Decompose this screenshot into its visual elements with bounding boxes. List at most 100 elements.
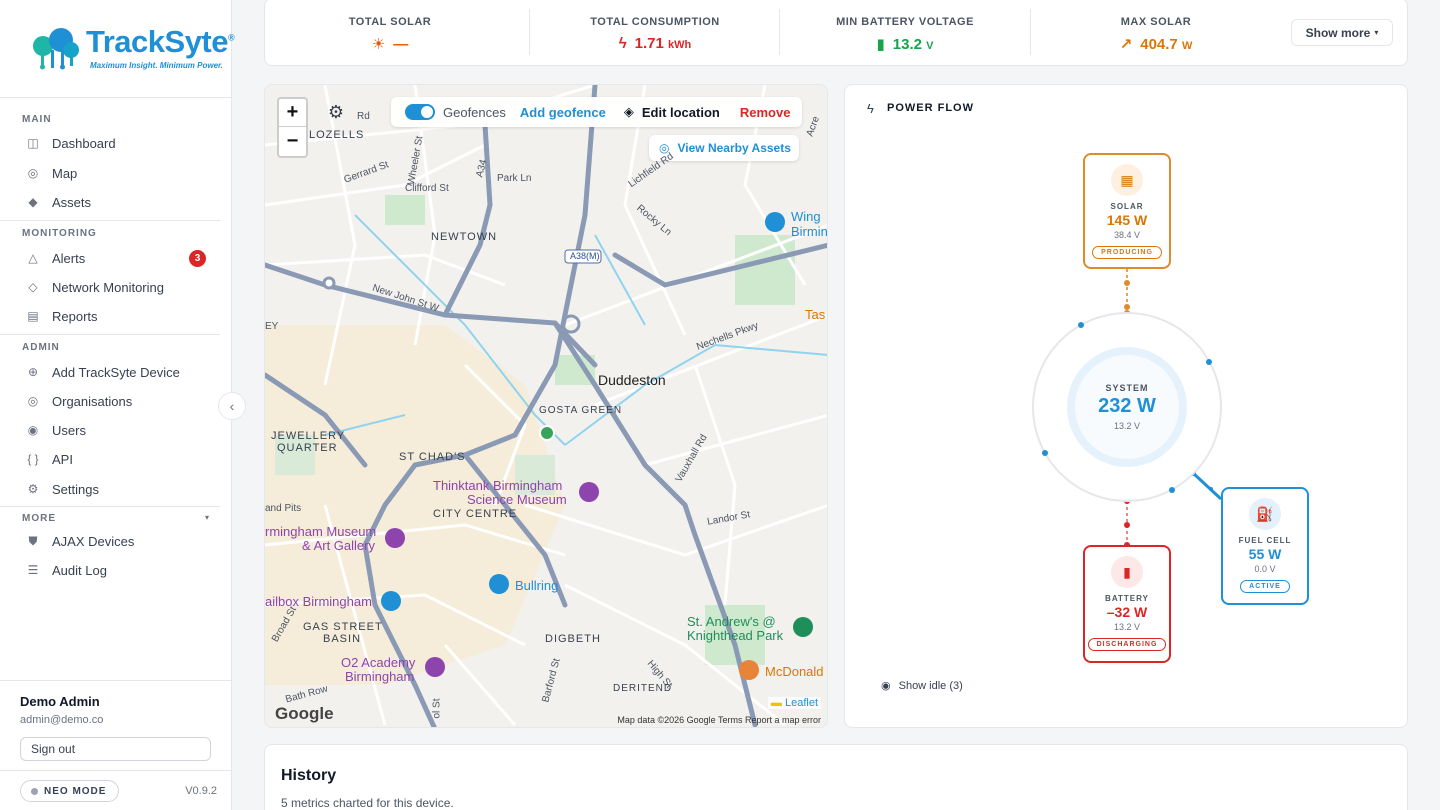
map-label-lozells: LOZELLS bbox=[309, 129, 365, 141]
map-label-ey: EY bbox=[265, 321, 279, 332]
power-flow-panel: ϟ POWER FLOW SYSTEM 232 W 13.2 V ▦ SOLAR… bbox=[844, 84, 1408, 728]
map-label-city-centre: CITY CENTRE bbox=[433, 508, 518, 520]
sidebar-item-reports[interactable]: ▤ Reports bbox=[22, 303, 212, 329]
map-label-ol-st: ol St bbox=[431, 698, 443, 719]
user-email: admin@demo.co bbox=[20, 714, 104, 726]
map-label-st-chads: ST CHAD'S bbox=[399, 451, 466, 463]
sidebar-item-users[interactable]: ◉ Users bbox=[22, 417, 212, 443]
eye-icon: ◉ bbox=[881, 680, 891, 692]
map-label-basin: BASIN bbox=[323, 633, 362, 645]
map-label-mailbox: ailbox Birmingham bbox=[265, 594, 372, 609]
map-label-museum-1: rmingham Museum bbox=[265, 524, 377, 539]
sidebar-item-settings[interactable]: ⚙ Settings bbox=[22, 476, 212, 502]
battery-node[interactable]: ▮ BATTERY –32 W 13.2 V DISCHARGING bbox=[1083, 545, 1171, 663]
sign-out-button[interactable]: Sign out bbox=[20, 737, 211, 761]
map-label-jewellery: JEWELLERY bbox=[271, 430, 346, 442]
alerts-count-badge: 3 bbox=[189, 250, 206, 267]
zoom-out-button[interactable]: − bbox=[279, 127, 306, 155]
map-panel[interactable]: + − ⚙ Geofences Add geofence ◈ Edit locat… bbox=[264, 84, 828, 728]
flag-icon: ▬ bbox=[770, 697, 782, 709]
fuel-cell-status-badge: ACTIVE bbox=[1240, 580, 1290, 593]
show-more-button[interactable]: Show more ▾ bbox=[1291, 19, 1393, 46]
leaflet-link[interactable]: ▬ Leaflet bbox=[767, 697, 821, 709]
sidebar-item-api[interactable]: { } API bbox=[22, 446, 212, 472]
remove-button[interactable]: Remove bbox=[740, 105, 791, 120]
map-label-a38m: A38(M) bbox=[570, 251, 600, 261]
sidebar-item-alerts[interactable]: △ Alerts 3 bbox=[22, 245, 212, 271]
fuel-cell-node[interactable]: ⛽ FUEL CELL 55 W 0.0 V ACTIVE bbox=[1221, 487, 1309, 605]
sidebar-item-dashboard[interactable]: ◫ Dashboard bbox=[22, 130, 212, 156]
map-icon: ◎ bbox=[27, 166, 39, 180]
nav-section-more[interactable]: MORE ▾ bbox=[22, 513, 210, 524]
map-label-wing-1: Wing bbox=[791, 209, 821, 224]
sidebar-item-map[interactable]: ◎ Map bbox=[22, 160, 212, 186]
map-label-quarter: QUARTER bbox=[277, 442, 338, 454]
solar-node[interactable]: ▦ SOLAR 145 W 38.4 V PRODUCING bbox=[1083, 153, 1171, 269]
app-version: V0.9.2 bbox=[185, 785, 217, 797]
settings-icon: ⚙ bbox=[27, 482, 39, 496]
map-label-gosta-green: GOSTA GREEN bbox=[539, 405, 623, 416]
neo-mode-toggle[interactable]: NEO MODE bbox=[20, 780, 120, 802]
reports-icon: ▤ bbox=[27, 309, 39, 323]
shield-icon: ⛊ bbox=[28, 533, 38, 548]
tracksyte-logo-icon bbox=[33, 28, 79, 70]
sidebar-item-ajax-devices[interactable]: ⛊ AJAX Devices bbox=[22, 528, 212, 554]
map-label-rd: Rd bbox=[357, 111, 370, 122]
battery-icon: ▮ bbox=[876, 36, 885, 53]
map-label-o2-2: Birmingham bbox=[345, 669, 415, 684]
dashboard-icon: ◫ bbox=[27, 136, 39, 150]
brand-tagline: Maximum Insight. Minimum Power. bbox=[90, 61, 223, 70]
list-icon: ☰ bbox=[27, 563, 39, 577]
map-label-wing-2: Birmin bbox=[791, 224, 828, 239]
map-label-deritend: DERITEND bbox=[613, 683, 673, 694]
show-idle-toggle[interactable]: ◉ Show idle (3) bbox=[881, 679, 963, 693]
api-icon: { } bbox=[27, 452, 39, 466]
history-panel: History 5 metrics charted for this devic… bbox=[264, 744, 1408, 810]
network-icon: ◇ bbox=[28, 280, 38, 294]
map-label-and-pits: and Pits bbox=[265, 503, 302, 514]
user-name: Demo Admin bbox=[20, 694, 100, 709]
users-icon: ◉ bbox=[27, 423, 39, 437]
map-toolbar: Geofences Add geofence ◈ Edit location Re… bbox=[391, 97, 803, 127]
map-attribution[interactable]: Map data ©2026 Google Terms Report a map… bbox=[617, 715, 821, 725]
brand-logo[interactable]: TrackSyte® Maximum Insight. Minimum Powe… bbox=[0, 0, 235, 98]
nav-section-monitoring: MONITORING bbox=[22, 228, 97, 239]
map-label-tas: Tas bbox=[805, 307, 826, 322]
system-value: 232 W bbox=[1098, 395, 1156, 417]
sidebar-footer: NEO MODE V0.9.2 bbox=[0, 770, 232, 810]
sidebar-item-organisations[interactable]: ◎ Organisations bbox=[22, 388, 212, 414]
zoom-in-button[interactable]: + bbox=[279, 99, 306, 127]
history-subtitle: 5 metrics charted for this device. bbox=[281, 796, 454, 810]
sidebar-item-add-device[interactable]: ⊕ Add TrackSyte Device bbox=[22, 359, 212, 385]
nav-divider bbox=[0, 220, 220, 221]
map-label-duddeston: Duddeston bbox=[598, 372, 666, 388]
edit-location-button[interactable]: ◈ Edit location bbox=[624, 104, 720, 120]
gear-icon: ⚙ bbox=[327, 101, 345, 122]
fuel-pump-icon: ⛽ bbox=[1249, 498, 1281, 530]
organisations-icon: ◎ bbox=[27, 394, 39, 408]
chevron-down-icon: ▾ bbox=[204, 513, 210, 522]
sidebar-item-assets[interactable]: ◆ Assets bbox=[22, 189, 212, 215]
sidebar-collapse-button[interactable]: ‹ bbox=[218, 392, 246, 420]
assets-icon: ◆ bbox=[28, 195, 38, 209]
map-label-clifford: Clifford St bbox=[405, 183, 449, 194]
map-label-digbeth: DIGBETH bbox=[545, 633, 601, 645]
map-label-o2-1: O2 Academy bbox=[341, 655, 416, 670]
trend-up-icon: ↗ bbox=[1119, 36, 1133, 53]
user-panel: Demo Admin admin@demo.co Sign out bbox=[0, 680, 232, 770]
map-label-thinktank-1: Thinktank Birmingham bbox=[433, 478, 563, 493]
alert-icon: △ bbox=[28, 251, 38, 265]
sidebar-item-network-monitoring[interactable]: ◇ Network Monitoring bbox=[22, 274, 212, 300]
map-settings-button[interactable]: ⚙ bbox=[321, 97, 351, 127]
stats-bar: TOTAL SOLAR ☀ — TOTAL CONSUMPTION ϟ 1.71 k… bbox=[264, 0, 1408, 66]
nav-divider bbox=[0, 334, 220, 335]
stat-total-consumption: TOTAL CONSUMPTION ϟ 1.71 kWh bbox=[590, 16, 720, 52]
location-pin-icon: ◈ bbox=[623, 104, 634, 119]
bolt-icon: ϟ bbox=[618, 35, 627, 52]
map-label-newtown: NEWTOWN bbox=[431, 231, 498, 243]
map-label-museum-2: & Art Gallery bbox=[302, 538, 375, 553]
sidebar-item-audit-log[interactable]: ☰ Audit Log bbox=[22, 557, 212, 583]
geofences-toggle[interactable] bbox=[405, 104, 435, 120]
add-geofence-button[interactable]: Add geofence bbox=[520, 105, 606, 120]
mode-dot-icon bbox=[31, 787, 38, 795]
